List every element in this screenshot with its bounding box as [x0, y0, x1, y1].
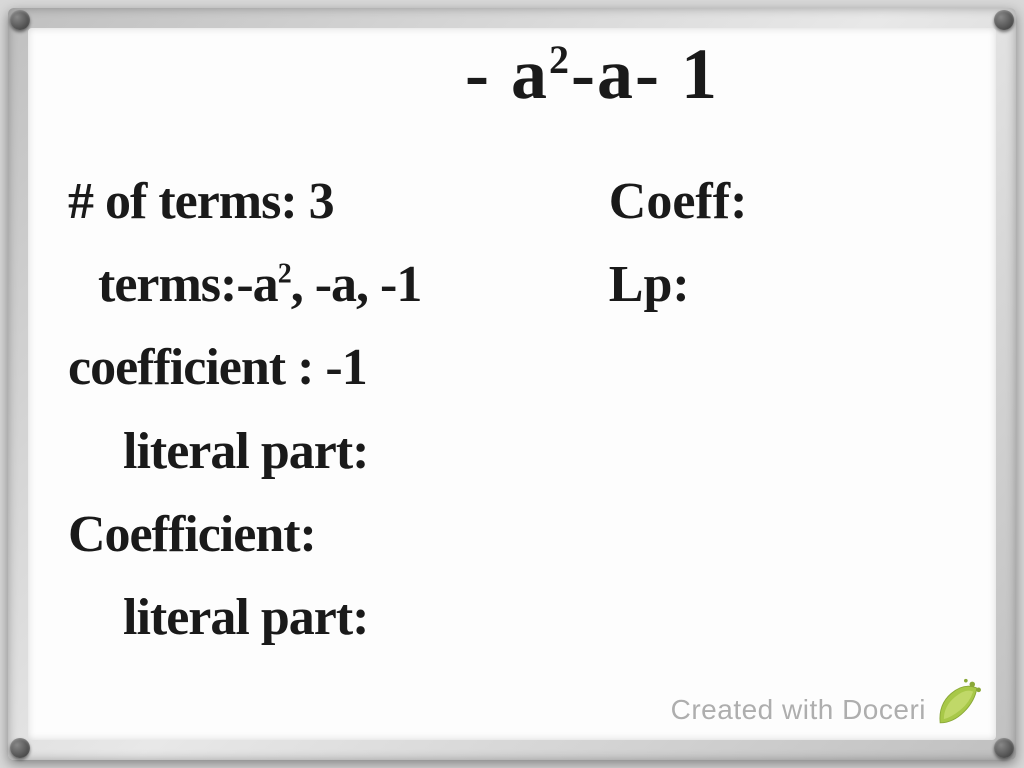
doceri-logo-icon	[931, 677, 986, 732]
coefficient1-label: coefficient :	[68, 339, 313, 396]
coefficient2-label: Coefficient:	[68, 506, 316, 563]
terms-value: -a2, -a, -1	[236, 256, 421, 313]
coefficient2-line: Coefficient:	[68, 493, 589, 576]
right-column: Coeff: Lp:	[589, 160, 956, 659]
literal2-line: literal part:	[68, 576, 589, 659]
handwritten-content: - a2-a- 1 # of terms: 3 terms:-a2, -a, -…	[28, 28, 996, 740]
columns: # of terms: 3 terms:-a2, -a, -1 coeffici…	[68, 160, 956, 659]
polynomial-expression: - a2-a- 1	[228, 38, 956, 110]
literal1-label: literal part:	[123, 423, 368, 480]
num-terms-line: # of terms: 3	[68, 160, 589, 243]
watermark-text: Created with Doceri	[671, 694, 926, 726]
coeff-short-line: Coeff:	[609, 160, 956, 243]
lp-short-line: Lp:	[609, 243, 956, 326]
coefficient1-line: coefficient : -1	[68, 326, 589, 409]
literal1-line: literal part:	[68, 410, 589, 493]
terms-label: terms:	[98, 256, 236, 313]
whiteboard-surface: - a2-a- 1 # of terms: 3 terms:-a2, -a, -…	[28, 28, 996, 740]
left-column: # of terms: 3 terms:-a2, -a, -1 coeffici…	[68, 160, 589, 659]
coeff-short-label: Coeff:	[609, 173, 748, 230]
lp-short-label: Lp:	[609, 256, 690, 313]
whiteboard-frame: - a2-a- 1 # of terms: 3 terms:-a2, -a, -…	[8, 8, 1016, 760]
bolt-bottom-right	[994, 738, 1014, 758]
literal2-label: literal part:	[123, 589, 368, 646]
num-terms-label: # of terms:	[68, 173, 297, 230]
coefficient1-value: -1	[325, 339, 366, 396]
num-terms-value: 3	[309, 173, 334, 230]
terms-line: terms:-a2, -a, -1	[68, 243, 589, 326]
bolt-bottom-left	[10, 738, 30, 758]
bolt-top-right	[994, 10, 1014, 30]
bolt-top-left	[10, 10, 30, 30]
